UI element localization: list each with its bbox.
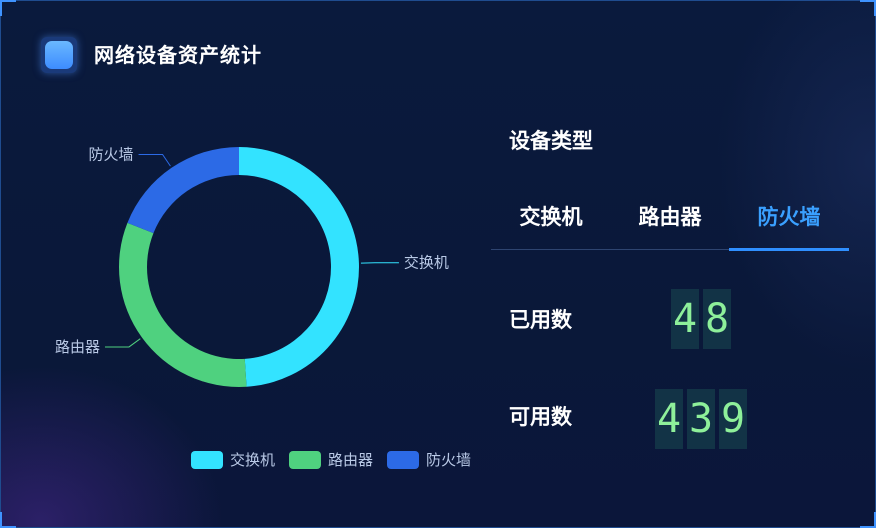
- used-count-digit: 8: [703, 289, 731, 349]
- legend-swatch: [387, 450, 420, 469]
- donut-slice[interactable]: [239, 147, 360, 387]
- tab-router[interactable]: 路由器: [610, 201, 730, 231]
- legend-label: 路由器: [328, 451, 374, 469]
- app-square-icon: [41, 37, 77, 73]
- legend-item[interactable]: 路由器: [289, 449, 373, 470]
- available-count-digit: 9: [719, 389, 747, 449]
- tab-switch[interactable]: 交换机: [491, 201, 611, 231]
- legend-label: 交换机: [230, 451, 276, 469]
- corner-decoration: [860, 512, 876, 528]
- device-type-tabs: 交换机 路由器 防火墙: [491, 197, 849, 251]
- active-tab-indicator: [729, 248, 849, 251]
- used-count-label: 已用数: [509, 308, 572, 332]
- legend-swatch: [289, 450, 322, 469]
- label-leader-line: [104, 338, 141, 348]
- available-count-value: 439: [655, 389, 751, 449]
- corner-decoration: [0, 0, 16, 16]
- corner-decoration: [0, 512, 16, 528]
- used-count-value: 48: [671, 289, 735, 349]
- corner-decoration: [860, 0, 876, 16]
- label-leader-line: [138, 154, 171, 167]
- section-title: 设备类型: [509, 129, 593, 153]
- page-title: 网络设备资产统计: [94, 43, 262, 67]
- available-count-digit: 4: [655, 389, 683, 449]
- tab-firewall[interactable]: 防火墙: [729, 201, 849, 231]
- legend-item[interactable]: 防火墙: [387, 449, 471, 470]
- available-count-label: 可用数: [509, 405, 572, 429]
- used-count-digit: 4: [671, 289, 699, 349]
- slice-label: 防火墙: [89, 146, 134, 164]
- asset-panel: 网络设备资产统计 交换机 路由器 防火墙 交换机 路由器 防火墙 设备类型 交换机 路由…: [0, 0, 876, 528]
- available-count-digit: 3: [687, 389, 715, 449]
- donut-slice[interactable]: [127, 147, 239, 234]
- chart-legend: 交换机 路由器 防火墙: [191, 449, 485, 470]
- donut-slice[interactable]: [119, 222, 247, 387]
- legend-swatch: [191, 450, 223, 469]
- legend-item[interactable]: 交换机: [191, 449, 275, 470]
- donut-chart: 交换机路由器 防火墙: [55, 146, 449, 387]
- legend-label: 防火墙: [426, 451, 472, 469]
- slice-label: 交换机: [404, 254, 449, 272]
- slice-label: 路由器: [55, 338, 100, 356]
